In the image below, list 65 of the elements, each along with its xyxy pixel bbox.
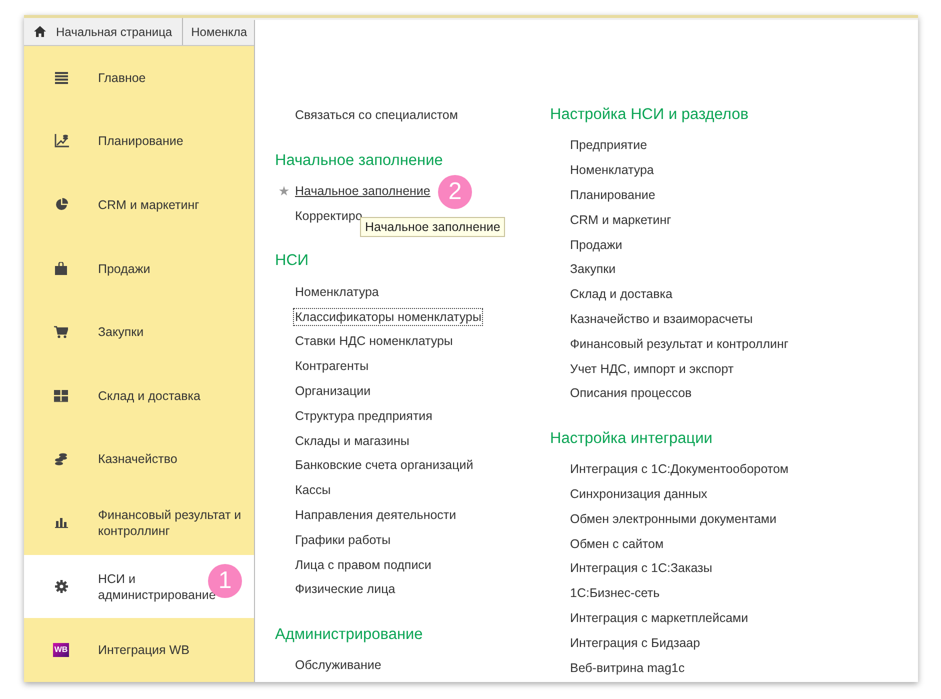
menu-link[interactable]: Контрагенты xyxy=(293,357,371,376)
wb-logo-icon: WB xyxy=(53,643,69,658)
sidebar-item[interactable]: CRM и маркетинг xyxy=(24,173,254,237)
sidebar-item[interactable]: Закупки xyxy=(24,300,254,364)
menu-link[interactable]: Связаться со специалистом xyxy=(293,106,460,124)
menu-link[interactable]: Закупки xyxy=(568,260,618,278)
grid-icon xyxy=(54,390,68,402)
menu-link[interactable]: Направления деятельности xyxy=(293,506,458,524)
menu-link[interactable]: Лица с правом подписи xyxy=(293,556,434,574)
menu-link[interactable]: Обслуживание xyxy=(293,656,384,674)
sidebar-item[interactable]: Склад и доставка xyxy=(24,364,254,428)
menu-link[interactable]: CRM и маркетинг xyxy=(568,210,674,229)
menu-link[interactable]: Начальное заполнение xyxy=(293,182,432,200)
menu-link[interactable]: Интеграция с маркетплейсами xyxy=(568,608,750,627)
menu-link[interactable]: Интеграция с 1С:Документооборотом xyxy=(568,460,791,478)
menu-link[interactable]: Склады и магазины xyxy=(293,432,412,450)
menu-link[interactable]: Ставки НДС номенклатуры xyxy=(293,332,455,350)
menu-link[interactable]: Описания процессов xyxy=(568,384,694,402)
home-icon xyxy=(34,26,46,37)
sidebar-item[interactable]: Казначейство xyxy=(24,428,254,492)
menu-link[interactable]: Организации xyxy=(293,382,373,400)
cart-icon xyxy=(54,326,68,338)
menu-link[interactable]: Графики работы xyxy=(293,530,393,549)
menu-link[interactable]: Синхронизация данных xyxy=(568,484,710,503)
menu-link[interactable]: Казначейство и взаиморасчеты xyxy=(568,310,755,328)
menu-link[interactable]: Обмен с сайтом xyxy=(568,534,666,553)
section-heading: Настройка интеграции xyxy=(550,428,714,449)
bar-chart-icon xyxy=(54,517,68,528)
section-heading: Администрирование xyxy=(275,624,424,645)
menu-link[interactable]: Интеграция с 1С:Заказы xyxy=(568,559,714,578)
menu-link[interactable]: Планирование xyxy=(568,186,658,204)
menu-link[interactable]: 1С:Бизнес-сеть xyxy=(568,584,662,602)
menu-link[interactable]: Предприятие xyxy=(568,136,650,154)
menu-icon xyxy=(54,72,68,84)
pie-chart-icon xyxy=(54,198,68,212)
star-icon[interactable] xyxy=(279,186,289,196)
menu-link[interactable]: Номенклатура xyxy=(293,282,381,301)
menu-link[interactable]: Учет НДС, импорт и экспорт xyxy=(568,360,736,378)
menu-link[interactable]: Веб-витрина mag1c xyxy=(568,658,687,677)
chart-axes-icon xyxy=(54,134,68,148)
menu-link[interactable]: Кассы xyxy=(293,481,333,500)
menu-link[interactable]: Склад и доставка xyxy=(568,285,674,304)
menu-link[interactable]: Номенклатура xyxy=(568,161,656,180)
menu-link[interactable]: Физические лица xyxy=(293,580,398,598)
sidebar-item[interactable]: Главное xyxy=(24,46,254,110)
coins-icon xyxy=(54,452,68,466)
tab[interactable]: Начальная страница xyxy=(24,18,184,45)
sidebar-item[interactable]: Планирование xyxy=(24,110,254,174)
menu-link[interactable]: Банковские счета организаций xyxy=(293,456,476,474)
shopping-bag-icon xyxy=(55,262,67,276)
section-heading: Начальное заполнение xyxy=(275,150,444,171)
menu-link[interactable]: Структура предприятия xyxy=(293,406,434,425)
section-heading: Настройка НСИ и разделов xyxy=(550,105,750,125)
sidebar-item[interactable]: Финансовый результат и контроллинг xyxy=(24,491,254,555)
tab[interactable]: Номенкла xyxy=(183,18,252,45)
menu-link[interactable]: Интеграция с Бидзаар xyxy=(568,634,702,652)
section-heading: НСИ xyxy=(275,251,310,272)
sidebar-item[interactable]: Продажи xyxy=(24,236,254,300)
menu-link[interactable]: Обмен электронными документами xyxy=(568,510,778,528)
menu-link[interactable]: Продажи xyxy=(568,236,624,254)
menu-link[interactable]: Финансовый результат и контроллинг xyxy=(568,334,790,353)
menu-link[interactable]: Классификаторы номенклатуры xyxy=(293,308,484,326)
sidebar-item[interactable]: WB Интеграция WB xyxy=(24,618,254,682)
gear-icon xyxy=(54,580,68,594)
tooltip: Начальное заполнение xyxy=(360,217,506,237)
